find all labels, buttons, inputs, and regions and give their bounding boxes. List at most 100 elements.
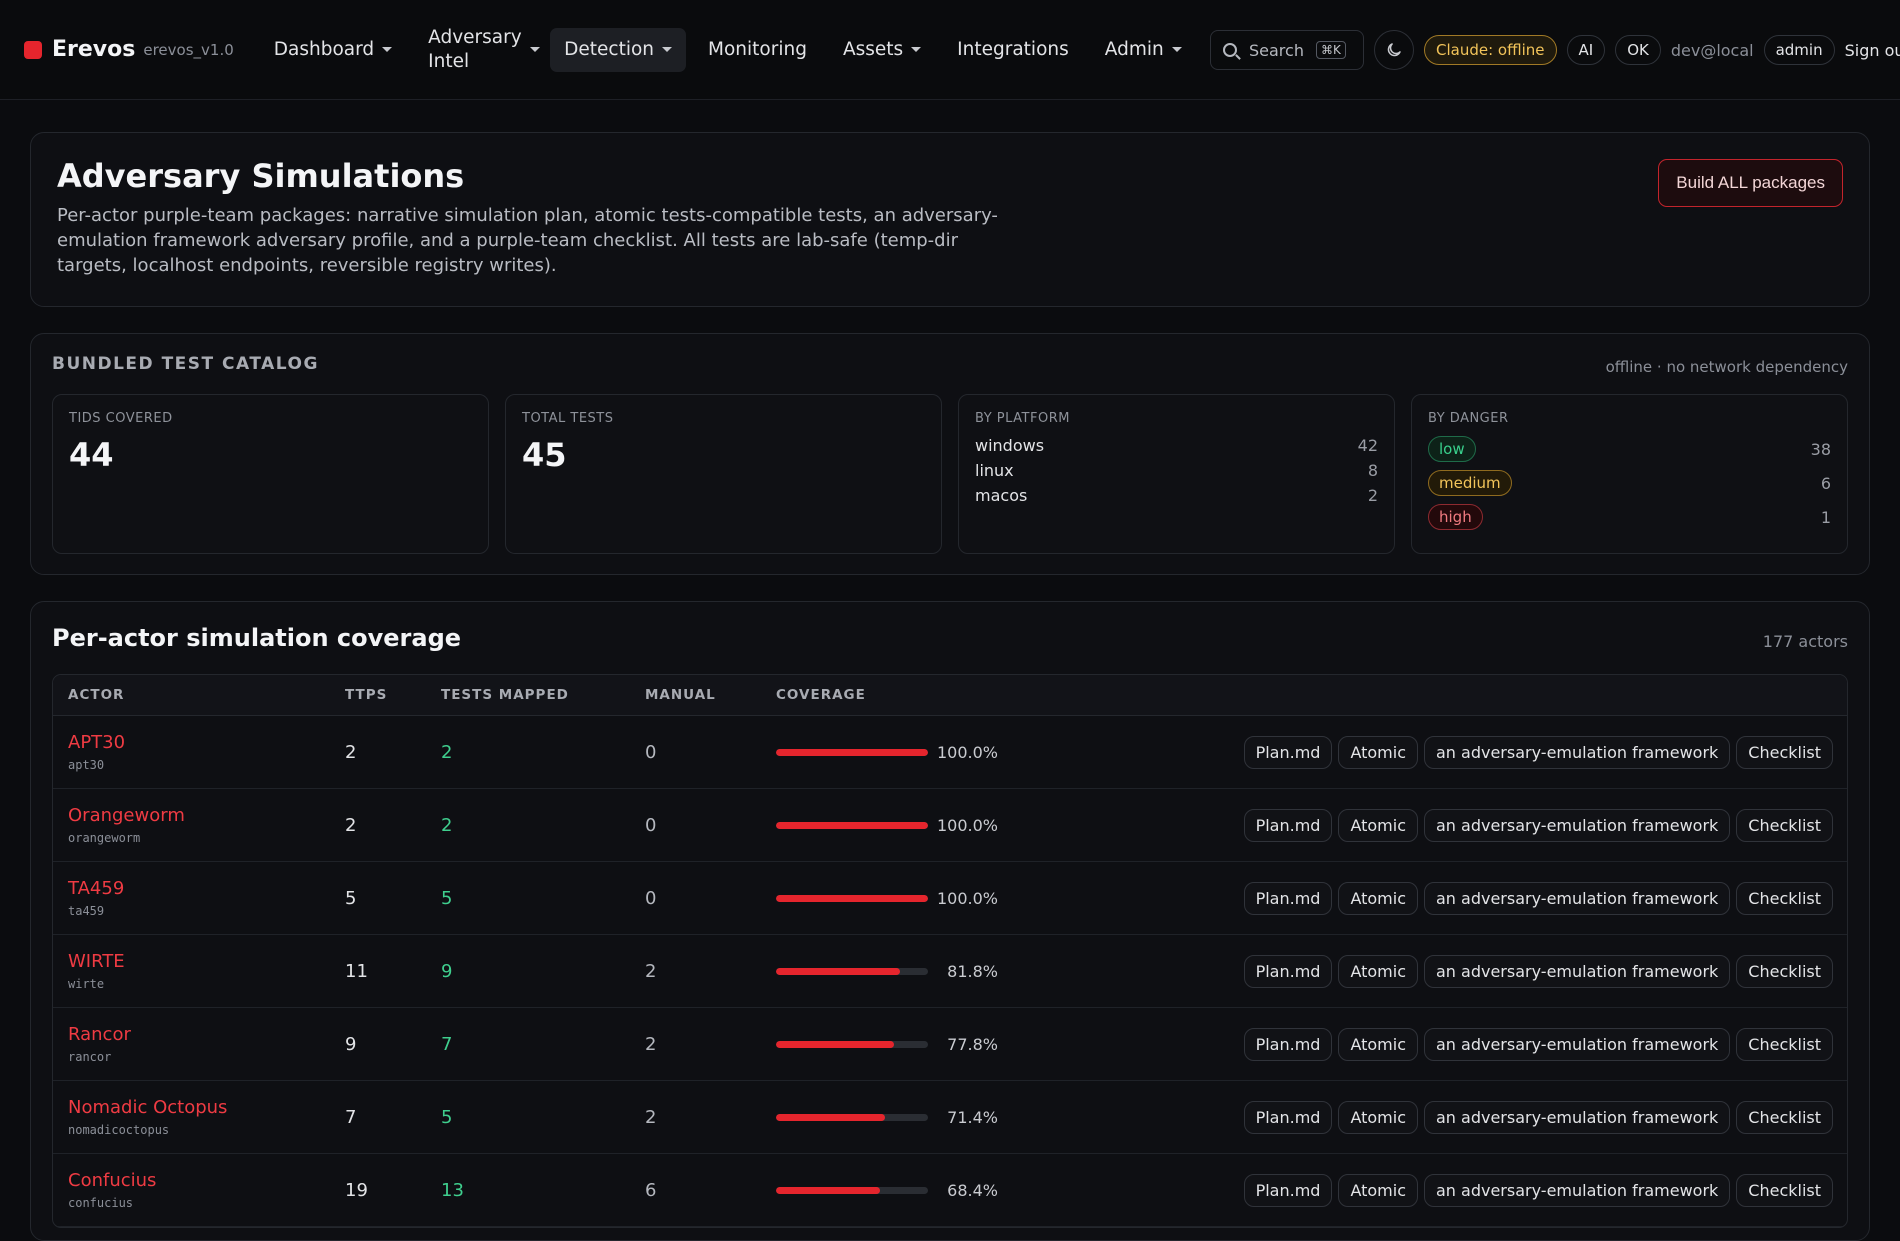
nav-assets[interactable]: Assets: [829, 28, 935, 72]
nav-monitoring[interactable]: Monitoring: [694, 28, 821, 72]
nav-integrations[interactable]: Integrations: [943, 28, 1083, 72]
tests-mapped-count: 13: [441, 1179, 464, 1201]
coverage-percent: 71.4%: [947, 1107, 998, 1127]
checklist-button[interactable]: Checklist: [1736, 1100, 1833, 1134]
actor-cell: APT30 apt30: [53, 732, 345, 772]
chevron-down-icon: [529, 47, 540, 52]
atomic-button[interactable]: Atomic: [1338, 954, 1418, 988]
platform-name: windows: [975, 436, 1045, 455]
danger-count: 6: [1820, 473, 1831, 493]
plan-md-button[interactable]: Plan.md: [1243, 1173, 1333, 1207]
col-coverage[interactable]: COVERAGE: [776, 687, 1036, 703]
checklist-button[interactable]: Checklist: [1736, 1173, 1833, 1207]
ttps-count: 19: [345, 1179, 368, 1201]
atomic-button[interactable]: Atomic: [1338, 1173, 1418, 1207]
user-email: dev@local: [1670, 40, 1754, 60]
row-actions: Plan.md Atomic an adversary-emulation fr…: [1036, 1173, 1847, 1207]
plan-md-button[interactable]: Plan.md: [1243, 954, 1333, 988]
ttps-count: 5: [345, 887, 357, 909]
checklist-button[interactable]: Checklist: [1736, 1027, 1833, 1061]
sign-out-link[interactable]: Sign ou: [1845, 41, 1900, 60]
actor-link[interactable]: Nomadic Octopus: [68, 1097, 345, 1118]
emulation-framework-button[interactable]: an adversary-emulation framework: [1424, 954, 1731, 988]
table-row: Nomadic Octopus nomadicoctopus 7 5 2 71.…: [53, 1081, 1847, 1154]
chevron-down-icon: [1171, 47, 1182, 52]
actor-link[interactable]: Orangeworm: [68, 805, 345, 826]
actor-link[interactable]: Rancor: [68, 1024, 345, 1045]
table-row: APT30 apt30 2 2 0 100.0% Plan.md Atomic …: [53, 716, 1847, 789]
plan-md-button[interactable]: Plan.md: [1243, 1027, 1333, 1061]
actor-slug: wirte: [68, 977, 105, 991]
actor-slug: ta459: [68, 904, 105, 918]
coverage-cell: 100.0%: [776, 889, 1036, 908]
coverage-percent: 68.4%: [947, 1180, 998, 1200]
coverage-bar-fill: [776, 967, 901, 975]
plan-md-button[interactable]: Plan.md: [1243, 808, 1333, 842]
role-badge: admin: [1763, 35, 1835, 65]
nav-dashboard[interactable]: Dashboard: [260, 28, 406, 72]
col-actor[interactable]: ACTOR: [53, 687, 345, 703]
ttps-count: 11: [345, 960, 368, 982]
atomic-button[interactable]: Atomic: [1338, 1027, 1418, 1061]
platform-row: macos 2: [975, 486, 1378, 505]
moon-icon: [1387, 43, 1401, 57]
ai-badge[interactable]: AI: [1566, 35, 1606, 65]
platform-count: 8: [1367, 461, 1378, 480]
by-danger-stat: BY DANGER low 38 medium 6 high 1: [1411, 394, 1848, 554]
atomic-button[interactable]: Atomic: [1338, 808, 1418, 842]
row-actions: Plan.md Atomic an adversary-emulation fr…: [1036, 954, 1847, 988]
emulation-framework-button[interactable]: an adversary-emulation framework: [1424, 1173, 1731, 1207]
plan-md-button[interactable]: Plan.md: [1243, 1100, 1333, 1134]
actor-link[interactable]: WIRTE: [68, 951, 345, 972]
emulation-framework-button[interactable]: an adversary-emulation framework: [1424, 1100, 1731, 1134]
emulation-framework-button[interactable]: an adversary-emulation framework: [1424, 735, 1731, 769]
atomic-button[interactable]: Atomic: [1338, 881, 1418, 915]
coverage-percent: 100.0%: [936, 815, 998, 835]
tests-mapped-count: 7: [441, 1033, 453, 1055]
plan-md-button[interactable]: Plan.md: [1243, 735, 1333, 769]
danger-badge-medium: medium: [1428, 470, 1512, 496]
plan-md-button[interactable]: Plan.md: [1243, 881, 1333, 915]
emulation-framework-button[interactable]: an adversary-emulation framework: [1424, 808, 1731, 842]
danger-badge-high: high: [1428, 504, 1483, 530]
brand[interactable]: Erevos erevos_v1.0: [24, 37, 234, 62]
theme-toggle-button[interactable]: [1374, 30, 1414, 70]
coverage-percent: 77.8%: [947, 1034, 998, 1054]
manual-count: 0: [645, 741, 657, 763]
col-tests-mapped[interactable]: TESTS MAPPED: [441, 687, 645, 703]
col-ttps[interactable]: TTPS: [345, 687, 441, 703]
checklist-button[interactable]: Checklist: [1736, 881, 1833, 915]
nav-monitoring-label: Monitoring: [708, 39, 807, 60]
coverage-bar: [776, 748, 928, 756]
build-all-packages-button[interactable]: Build ALL packages: [1658, 159, 1843, 207]
coverage-bar-fill: [776, 1186, 880, 1194]
atomic-button[interactable]: Atomic: [1338, 735, 1418, 769]
platform-row: windows 42: [975, 436, 1378, 455]
chevron-down-icon: [382, 47, 393, 52]
actor-link[interactable]: TA459: [68, 878, 345, 899]
checklist-button[interactable]: Checklist: [1736, 954, 1833, 988]
coverage-cell: 81.8%: [776, 962, 1036, 981]
col-manual[interactable]: MANUAL: [645, 687, 776, 703]
search-button[interactable]: Search ⌘K: [1210, 30, 1364, 70]
actor-link[interactable]: Confucius: [68, 1170, 345, 1191]
manual-count: 2: [645, 1106, 657, 1128]
actor-cell: TA459 ta459: [53, 878, 345, 918]
nav-detection[interactable]: Detection: [550, 27, 687, 72]
nav-adversary-intel[interactable]: Adversary Intel: [414, 26, 542, 72]
checklist-button[interactable]: Checklist: [1736, 808, 1833, 842]
checklist-button[interactable]: Checklist: [1736, 735, 1833, 769]
emulation-framework-button[interactable]: an adversary-emulation framework: [1424, 1027, 1731, 1061]
actor-slug: apt30: [68, 758, 105, 772]
actor-link[interactable]: APT30: [68, 732, 345, 753]
nav-admin[interactable]: Admin: [1091, 28, 1196, 72]
emulation-framework-button[interactable]: an adversary-emulation framework: [1424, 881, 1731, 915]
actor-cell: Rancor rancor: [53, 1024, 345, 1064]
ok-badge[interactable]: OK: [1615, 35, 1661, 65]
claude-status-badge[interactable]: Claude: offline: [1424, 35, 1557, 65]
nav-adversary-intel-label: Adversary Intel: [428, 26, 522, 72]
table-row: TA459 ta459 5 5 0 100.0% Plan.md Atomic …: [53, 862, 1847, 935]
atomic-button[interactable]: Atomic: [1338, 1100, 1418, 1134]
coverage-percent: 100.0%: [936, 888, 998, 908]
row-actions: Plan.md Atomic an adversary-emulation fr…: [1036, 808, 1847, 842]
